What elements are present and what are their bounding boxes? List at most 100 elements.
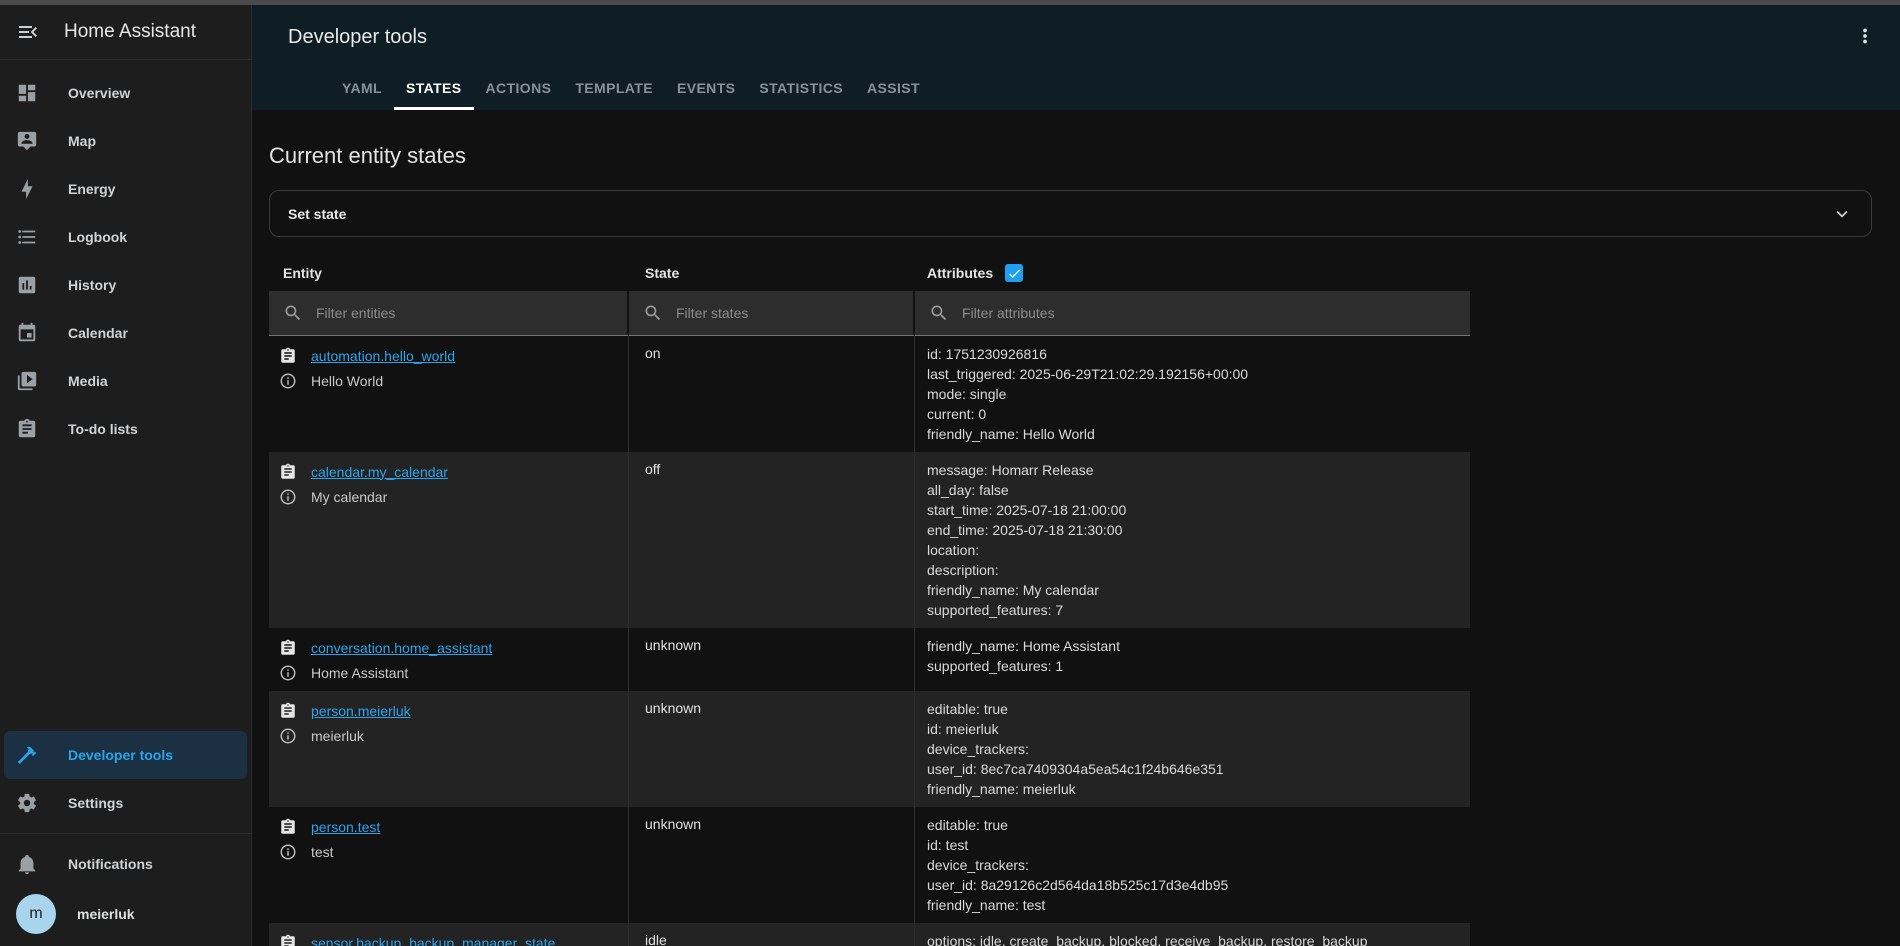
- attribute-line: current: 0: [927, 404, 1458, 424]
- tab-states[interactable]: STATES: [394, 70, 474, 110]
- attribute-line: device_trackers:: [927, 739, 1458, 759]
- attribute-line: friendly_name: meierluk: [927, 779, 1458, 799]
- filter-entities-cell: [269, 291, 629, 336]
- table-row: person.testtestunknowneditable: trueid: …: [269, 807, 1470, 923]
- entity-info-icon[interactable]: [279, 664, 297, 682]
- sidebar-footer-nav: Notifications: [0, 840, 251, 888]
- filter-attributes-input[interactable]: [962, 305, 1456, 321]
- attribute-line: friendly_name: Home Assistant: [927, 636, 1458, 656]
- entity-link[interactable]: person.meierluk: [311, 703, 411, 719]
- sidebar-spacer: [0, 453, 251, 731]
- tab-template[interactable]: TEMPLATE: [563, 70, 665, 110]
- copy-entity-id-icon[interactable]: [279, 934, 297, 946]
- sidebar-item-settings[interactable]: Settings: [4, 779, 247, 827]
- filter-states-input[interactable]: [676, 305, 899, 321]
- entity-state: unknown: [629, 807, 915, 923]
- tab-assist[interactable]: ASSIST: [855, 70, 932, 110]
- table-row: sensor.backup_backup_manager_stateBackup…: [269, 923, 1470, 946]
- entity-friendly-name: meierluk: [311, 728, 364, 744]
- sidebar-item-overview[interactable]: Overview: [4, 69, 247, 117]
- sidebar-divider: [0, 833, 251, 834]
- entity-state: idle: [629, 923, 915, 946]
- app-title: Home Assistant: [64, 21, 196, 43]
- attribute-line: mode: single: [927, 384, 1458, 404]
- column-header-attributes: Attributes: [915, 257, 1470, 291]
- attributes-checkbox[interactable]: [1005, 264, 1023, 282]
- entity-info-icon[interactable]: [279, 843, 297, 861]
- table-body: automation.hello_worldHello Worldonid: 1…: [269, 336, 1470, 946]
- sidebar-item-notifications[interactable]: Notifications: [4, 840, 247, 888]
- copy-entity-id-icon[interactable]: [279, 639, 297, 657]
- app-header: Developer tools YAMLSTATESACTIONSTEMPLAT…: [252, 5, 1900, 110]
- search-icon: [643, 303, 663, 323]
- tooltip-account-icon: [16, 130, 38, 152]
- table-row: person.meierluk meierluk unknowneditable: …: [269, 691, 1470, 807]
- entity-cell: calendar.my_calendarMy calendar: [269, 452, 629, 628]
- overflow-menu-icon[interactable]: [1854, 25, 1876, 47]
- column-header-state: State: [629, 257, 915, 291]
- chevron-down-icon: [1831, 203, 1853, 225]
- entity-link[interactable]: automation.hello_world: [311, 348, 455, 364]
- set-state-panel[interactable]: Set state: [269, 190, 1872, 237]
- table-row: calendar.my_calendarMy calendaroffmessag…: [269, 452, 1470, 628]
- entity-state: unknown: [629, 691, 915, 807]
- tab-yaml[interactable]: YAML: [330, 70, 394, 110]
- attribute-line: friendly_name: My calendar: [927, 580, 1458, 600]
- copy-entity-id-icon[interactable]: [279, 463, 297, 481]
- copy-entity-id-icon[interactable]: [279, 702, 297, 720]
- entity-attributes: id: 1751230926816last_triggered: 2025-06…: [915, 336, 1470, 452]
- tab-statistics[interactable]: STATISTICS: [747, 70, 855, 110]
- sidebar-item-label: Logbook: [68, 229, 127, 245]
- entity-cell: person.meierluk meierluk: [269, 691, 629, 807]
- sidebar-item-map[interactable]: Map: [4, 117, 247, 165]
- sidebar-item-label: History: [68, 277, 116, 293]
- column-header-entity: Entity: [269, 257, 629, 291]
- entity-link[interactable]: conversation.home_assistant: [311, 640, 492, 656]
- dev-tools-tabs: YAMLSTATESACTIONSTEMPLATEEVENTSSTATISTIC…: [330, 70, 932, 110]
- entity-info-icon[interactable]: [279, 727, 297, 745]
- entity-link[interactable]: person.test: [311, 819, 380, 835]
- entity-info-icon[interactable]: [279, 488, 297, 506]
- sidebar-item-label: Energy: [68, 181, 115, 197]
- sidebar-item-label: Notifications: [68, 856, 153, 872]
- filter-states-cell: [629, 291, 915, 336]
- attribute-line: start_time: 2025-07-18 21:00:00: [927, 500, 1458, 520]
- sidebar-item-history[interactable]: History: [4, 261, 247, 309]
- entity-link[interactable]: calendar.my_calendar: [311, 464, 448, 480]
- tab-actions[interactable]: ACTIONS: [474, 70, 564, 110]
- search-icon: [283, 303, 303, 323]
- attribute-line: last_triggered: 2025-06-29T21:02:29.1921…: [927, 364, 1458, 384]
- sidebar-item-to-do-lists[interactable]: To-do lists: [4, 405, 247, 453]
- attribute-line: friendly_name: Hello World: [927, 424, 1458, 444]
- entity-attributes: editable: trueid: meierlukdevice_tracker…: [915, 691, 1470, 807]
- sidebar-item-calendar[interactable]: Calendar: [4, 309, 247, 357]
- menu-open-icon[interactable]: [16, 20, 40, 44]
- copy-entity-id-icon[interactable]: [279, 347, 297, 365]
- filter-entities-input[interactable]: [316, 305, 613, 321]
- sidebar-item-media[interactable]: Media: [4, 357, 247, 405]
- attribute-line: friendly_name: test: [927, 895, 1458, 915]
- sidebar-item-label: Overview: [68, 85, 130, 101]
- sidebar-item-label: To-do lists: [68, 421, 138, 437]
- page-header-title: Developer tools: [288, 26, 427, 49]
- attribute-line: user_id: 8ec7ca7409304a5ea54c1f24b646e35…: [927, 759, 1458, 779]
- sidebar-item-developer-tools[interactable]: Developer tools: [4, 731, 247, 779]
- sidebar-item-label: Developer tools: [68, 747, 173, 763]
- play-box-multiple-icon: [16, 370, 38, 392]
- entity-link[interactable]: sensor.backup_backup_manager_state: [311, 935, 555, 946]
- sidebar-user[interactable]: m meierluk: [4, 888, 247, 940]
- entity-info-icon[interactable]: [279, 372, 297, 390]
- sidebar-item-energy[interactable]: Energy: [4, 165, 247, 213]
- table-row: automation.hello_worldHello Worldonid: 1…: [269, 336, 1470, 452]
- chart-box-icon: [16, 274, 38, 296]
- copy-entity-id-icon[interactable]: [279, 818, 297, 836]
- sidebar-item-logbook[interactable]: Logbook: [4, 213, 247, 261]
- tab-events[interactable]: EVENTS: [665, 70, 747, 110]
- entity-attributes: editable: trueid: testdevice_trackers:us…: [915, 807, 1470, 923]
- attribute-line: supported_features: 1: [927, 656, 1458, 676]
- avatar: m: [16, 894, 56, 934]
- filter-attributes-cell: [915, 291, 1470, 336]
- user-name: meierluk: [77, 906, 135, 922]
- format-list-bulleted-icon: [16, 226, 38, 248]
- sidebar-item-label: Settings: [68, 795, 123, 811]
